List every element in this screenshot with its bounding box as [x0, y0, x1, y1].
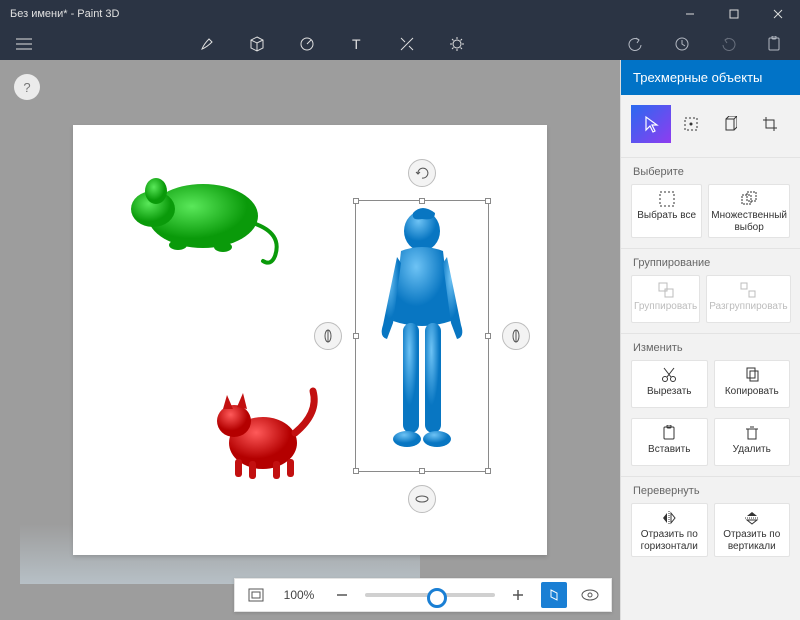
depth-handle[interactable] [408, 485, 436, 513]
zoom-percent: 100% [279, 588, 319, 602]
select-mode[interactable] [631, 105, 671, 143]
cut-icon [661, 367, 677, 383]
resize-handle-se[interactable] [485, 468, 491, 474]
maximize-button[interactable] [712, 0, 756, 28]
ungroup-label: Разгруппировать [709, 301, 787, 313]
group-label: Группировать [634, 301, 697, 313]
sidebar-title: Трехмерные объекты [621, 60, 800, 95]
view-mode-button[interactable] [577, 582, 603, 608]
flip-horizontal-button[interactable]: Отразить по горизонтали [631, 503, 708, 557]
fit-screen-button[interactable] [243, 582, 269, 608]
resize-handle-nw[interactable] [353, 198, 359, 204]
section-select-label: Выберите [621, 157, 800, 184]
3d-view-mode[interactable] [711, 105, 751, 143]
red-cat-3d[interactable] [201, 373, 331, 493]
paste-button[interactable]: Вставить [631, 418, 708, 466]
main-toolbar: T [0, 28, 800, 60]
undo-icon[interactable] [626, 34, 646, 54]
select-all-label: Выбрать все [637, 210, 696, 222]
canvas-area[interactable]: ? [0, 60, 620, 620]
section-flip-label: Перевернуть [621, 476, 800, 503]
zoom-toolbar: 100% [234, 578, 612, 612]
green-mouse-3d[interactable] [123, 161, 293, 271]
rotate-y-handle[interactable] [314, 322, 342, 350]
ungroup-button: Разгруппировать [706, 275, 790, 323]
crop-mode[interactable] [750, 105, 790, 143]
titlebar: Без имени* - Paint 3D [0, 0, 800, 28]
group-icon [658, 282, 674, 298]
content-area: ? [0, 60, 800, 620]
zoom-slider[interactable] [365, 593, 495, 597]
copy-icon [744, 367, 760, 383]
brush-icon[interactable] [197, 34, 217, 54]
ungroup-icon [740, 282, 756, 298]
zoom-out-button[interactable] [329, 582, 355, 608]
select-all-button[interactable]: Выбрать все [631, 184, 702, 238]
cut-button[interactable]: Вырезать [631, 360, 708, 408]
rotate-x-handle[interactable] [502, 322, 530, 350]
canvas-icon[interactable] [447, 34, 467, 54]
resize-handle-n[interactable] [419, 198, 425, 204]
flip-h-icon [661, 510, 677, 526]
redo-icon[interactable] [718, 34, 738, 54]
paste-library-icon[interactable] [764, 34, 784, 54]
magic-select-mode[interactable] [671, 105, 711, 143]
copy-label: Копировать [725, 386, 779, 398]
section-group-label: Группирование [621, 248, 800, 275]
effects-icon[interactable] [397, 34, 417, 54]
svg-text:T: T [352, 36, 361, 52]
group-button: Группировать [631, 275, 700, 323]
flip-vertical-button[interactable]: Отразить по вертикали [714, 503, 791, 557]
flip-h-label: Отразить по горизонтали [634, 529, 705, 552]
mode-row [621, 95, 800, 157]
delete-label: Удалить [733, 444, 771, 456]
app-window: Без имени* - Paint 3D T ? [0, 0, 800, 620]
flip-v-icon [744, 510, 760, 526]
minimize-button[interactable] [668, 0, 712, 28]
section-edit-label: Изменить [621, 333, 800, 360]
resize-handle-s[interactable] [419, 468, 425, 474]
zoom-in-button[interactable] [505, 582, 531, 608]
resize-handle-ne[interactable] [485, 198, 491, 204]
copy-button[interactable]: Копировать [714, 360, 791, 408]
paste-label: Вставить [648, 444, 690, 456]
multi-select-button[interactable]: Множественный выбор [708, 184, 790, 238]
delete-button[interactable]: Удалить [714, 418, 791, 466]
history-icon[interactable] [672, 34, 692, 54]
text-icon[interactable]: T [347, 34, 367, 54]
rotate-z-handle[interactable] [408, 159, 436, 187]
paste-icon [661, 425, 677, 441]
close-button[interactable] [756, 0, 800, 28]
multi-select-label: Множественный выбор [711, 210, 787, 233]
canvas[interactable] [73, 125, 547, 555]
flip-v-label: Отразить по вертикали [717, 529, 788, 552]
delete-icon [744, 425, 760, 441]
multi-select-icon [741, 191, 757, 207]
resize-handle-w[interactable] [353, 333, 359, 339]
3d-view-toggle[interactable] [541, 582, 567, 608]
cut-label: Вырезать [647, 386, 691, 398]
resize-handle-e[interactable] [485, 333, 491, 339]
3d-shapes-icon[interactable] [247, 34, 267, 54]
resize-handle-sw[interactable] [353, 468, 359, 474]
help-button[interactable]: ? [14, 74, 40, 100]
menu-button[interactable] [10, 38, 38, 50]
select-all-icon [659, 191, 675, 207]
stickers-icon[interactable] [297, 34, 317, 54]
selection-box[interactable] [355, 200, 489, 472]
window-title: Без имени* - Paint 3D [0, 8, 668, 20]
sidebar: Трехмерные объекты Выберите Выбрать все … [620, 60, 800, 620]
